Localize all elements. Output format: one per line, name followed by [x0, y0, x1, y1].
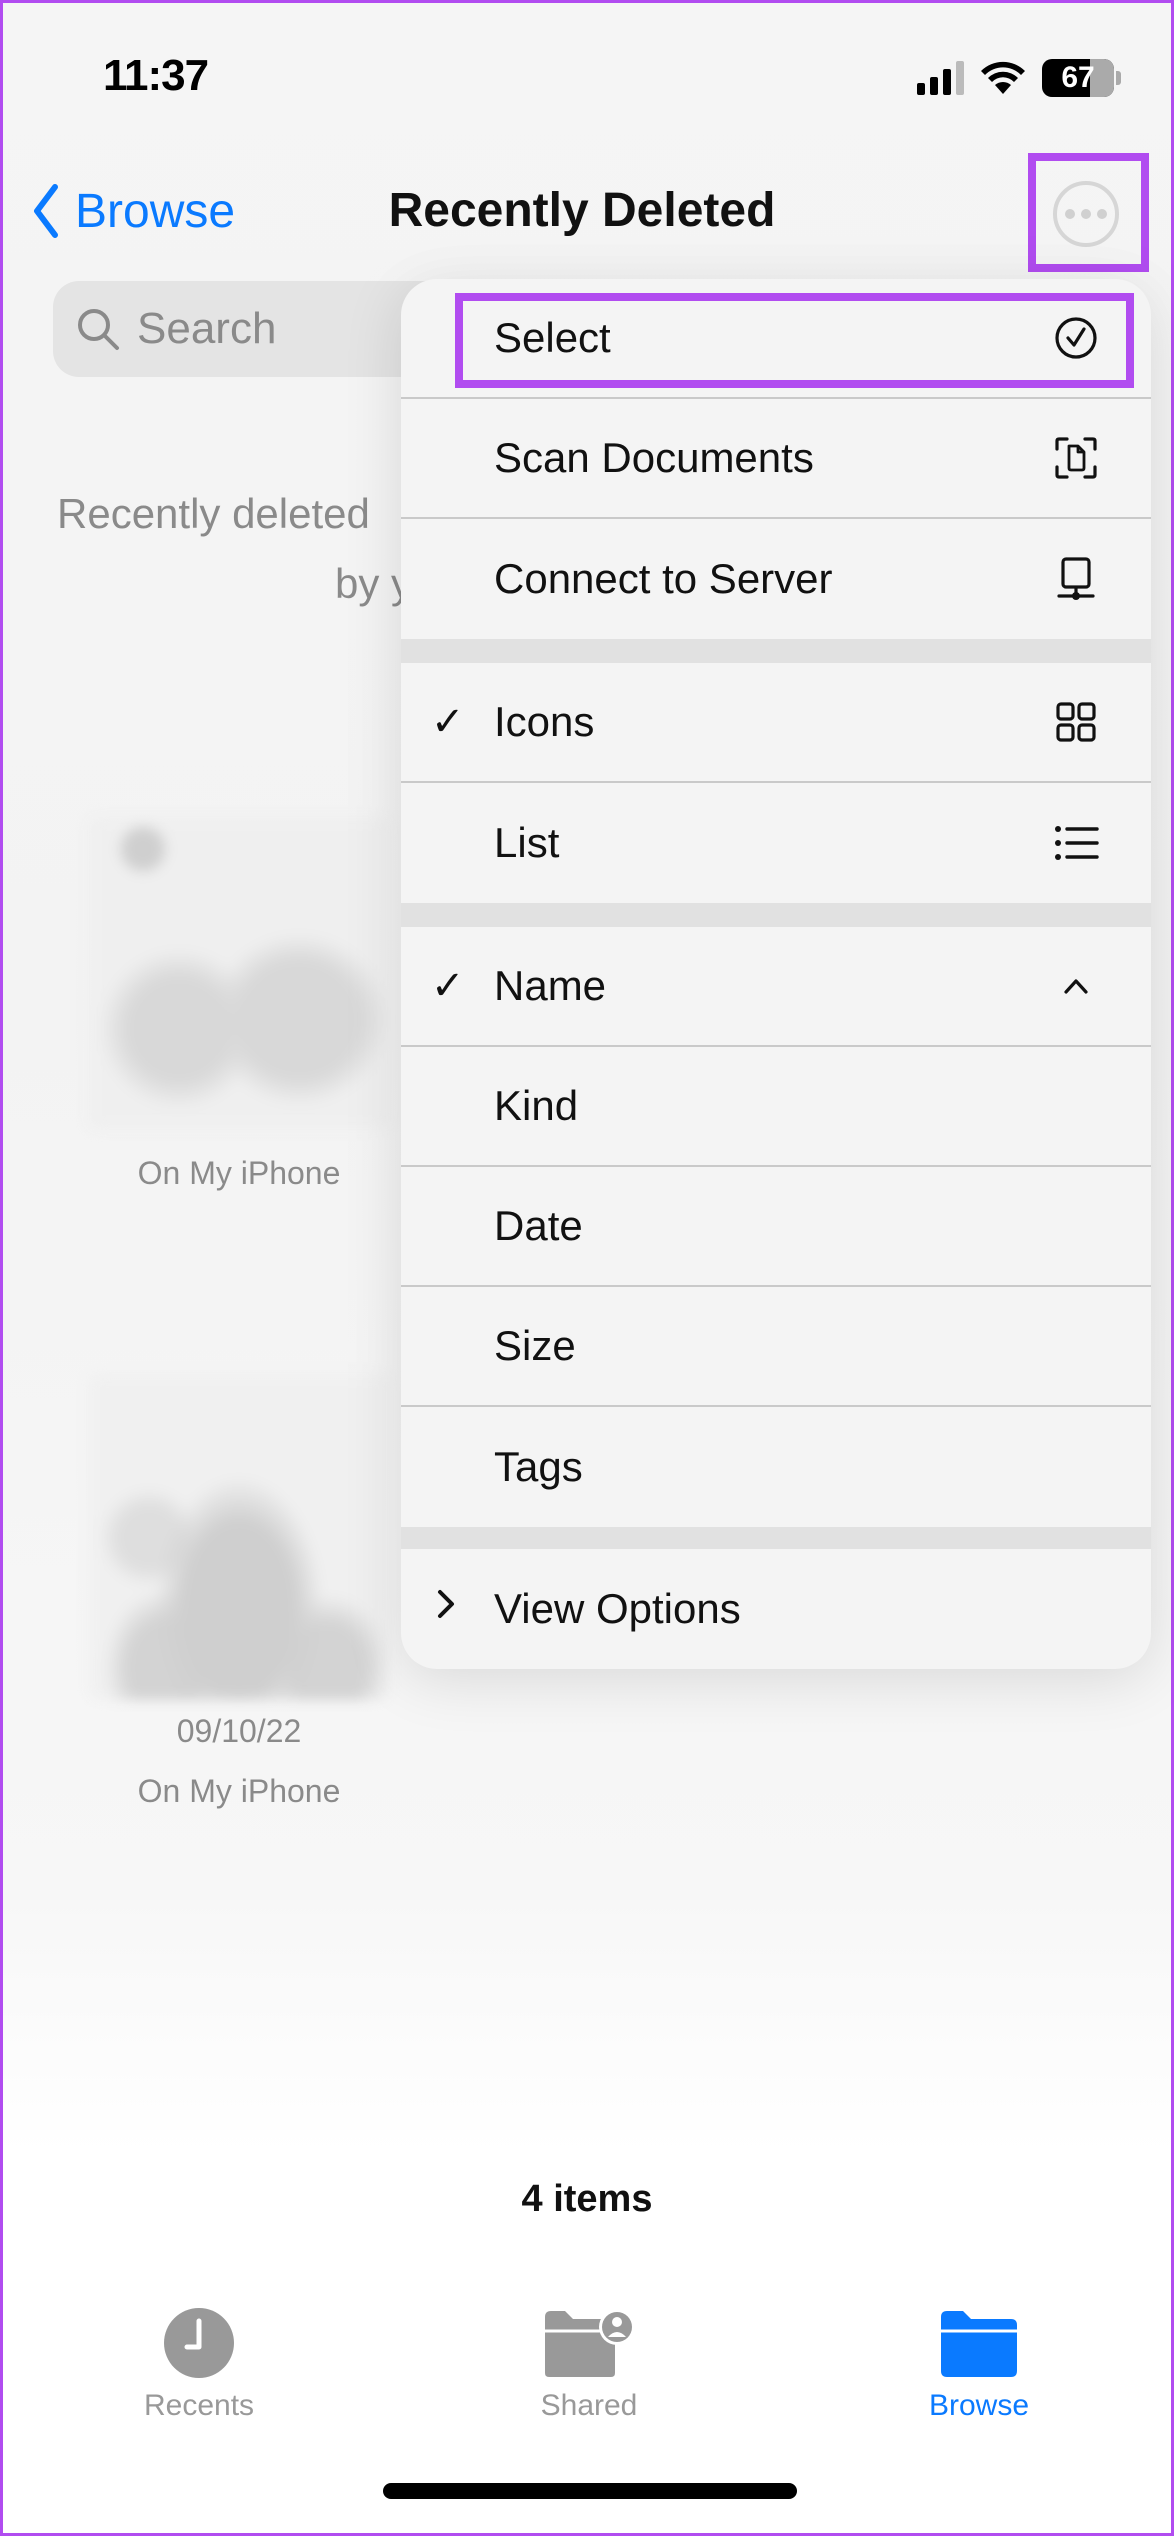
server-network-icon	[1051, 554, 1101, 604]
menu-item-sort-kind[interactable]: Kind	[401, 1047, 1151, 1167]
battery-tip	[1116, 71, 1121, 85]
menu-section-divider	[401, 1527, 1151, 1549]
tab-label: Browse	[928, 2389, 1030, 2422]
shared-folder-icon	[469, 2303, 709, 2383]
menu-item-label: Icons	[494, 698, 595, 745]
menu-item-sort-tags[interactable]: Tags	[401, 1407, 1151, 1527]
menu-item-label: Kind	[494, 1082, 579, 1129]
highlight-more-button	[1028, 153, 1149, 272]
menu-item-view-options[interactable]: View Options	[401, 1549, 1151, 1669]
highlight-select-item	[455, 293, 1134, 388]
battery-icon: 67	[1042, 59, 1114, 97]
menu-item-label: View Options	[494, 1585, 741, 1632]
menu-item-label: Scan Documents	[494, 434, 814, 481]
page-title: Recently Deleted	[388, 184, 776, 237]
battery-level: 67	[1061, 61, 1095, 94]
clock-icon	[79, 2303, 319, 2383]
tab-shared[interactable]: Shared	[469, 2303, 709, 2423]
checkmark-icon: ✓	[431, 700, 465, 744]
file-location: On My iPhone	[137, 1773, 341, 1809]
menu-item-icons[interactable]: ✓ Icons	[401, 663, 1151, 783]
item-count: 4 items	[521, 2178, 653, 2220]
wifi-icon	[981, 61, 1025, 94]
chevron-up-icon	[1051, 961, 1101, 1011]
list-bullet-icon	[1051, 818, 1101, 868]
search-icon	[78, 309, 119, 350]
screen: 11:37 67 Browse Recently Deleted Search …	[3, 3, 1171, 2533]
more-menu: Select Scan Documents Connect to Server …	[401, 279, 1151, 1669]
status-time: 11:37	[103, 51, 209, 100]
tab-label: Shared	[540, 2389, 638, 2422]
home-indicator[interactable]	[383, 2483, 797, 2499]
menu-item-sort-name[interactable]: ✓ Name	[401, 927, 1151, 1047]
tab-label: Recents	[143, 2389, 255, 2422]
menu-item-connect-to-server[interactable]: Connect to Server	[401, 519, 1151, 639]
menu-item-label: Connect to Server	[494, 555, 833, 602]
cellular-signal-icon	[917, 61, 964, 95]
search-placeholder: Search	[137, 304, 277, 353]
tab-recents[interactable]: Recents	[79, 2303, 319, 2423]
status-icons: 67	[917, 59, 1121, 97]
tab-browse[interactable]: Browse	[859, 2303, 1099, 2423]
menu-item-label: List	[494, 819, 560, 866]
menu-item-label: Date	[494, 1202, 583, 1249]
grid-icon	[1051, 697, 1101, 747]
folder-icon	[859, 2303, 1099, 2383]
file-location: On My iPhone	[137, 1155, 341, 1191]
file-thumbnail[interactable]	[89, 818, 389, 1128]
file-thumbnail[interactable]	[89, 1375, 389, 1700]
tab-bar: Recents Shared Browse	[3, 2303, 1171, 2443]
menu-section-divider	[401, 639, 1151, 663]
menu-item-list[interactable]: List	[401, 783, 1151, 903]
doc-viewfinder-icon	[1051, 433, 1101, 483]
menu-item-scan-documents[interactable]: Scan Documents	[401, 399, 1151, 519]
chevron-right-icon	[431, 1584, 471, 1634]
menu-item-sort-size[interactable]: Size	[401, 1287, 1151, 1407]
menu-item-sort-date[interactable]: Date	[401, 1167, 1151, 1287]
menu-section-divider	[401, 903, 1151, 927]
file-date: 09/10/22	[176, 1713, 302, 1749]
checkmark-icon: ✓	[431, 964, 465, 1008]
menu-item-label: Name	[494, 962, 607, 1009]
menu-item-label: Size	[494, 1322, 576, 1369]
menu-item-label: Tags	[494, 1443, 583, 1490]
